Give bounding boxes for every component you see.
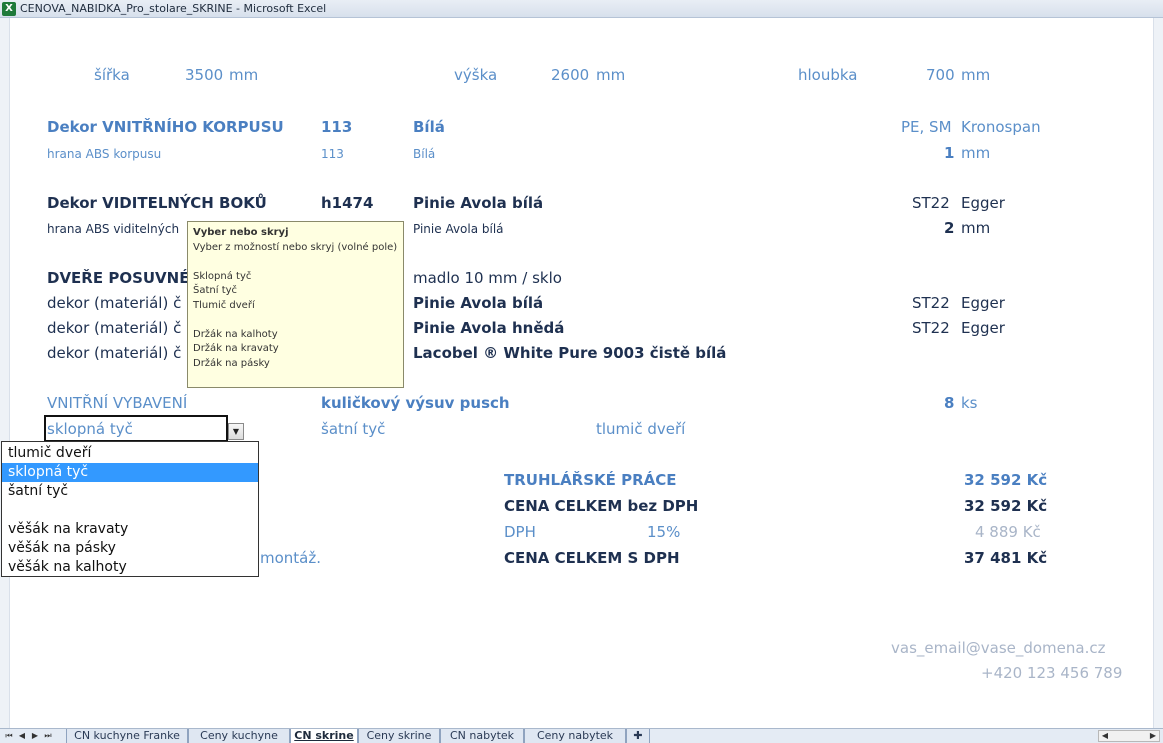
tooltip-option: Tlumič dveří: [193, 299, 255, 311]
dropdown-option[interactable]: věšák na kalhoty: [2, 558, 258, 577]
tooltip-option: Držák na pásky: [193, 357, 270, 369]
doors-handle[interactable]: madlo 10 mm / sklo: [413, 269, 562, 287]
validation-tooltip: Vyber nebo skryj Vyber z možností nebo s…: [187, 221, 404, 388]
inner-edge-code[interactable]: 113: [321, 147, 344, 161]
dropdown-option-selected[interactable]: sklopná tyč: [2, 463, 258, 482]
inner-corpus-material[interactable]: PE, SM: [901, 118, 952, 136]
window-titlebar: X CENOVA_NABIDKA_Pro_stolare_SKRINE - Mi…: [0, 0, 1163, 18]
net-total-value[interactable]: 32 592 Kč: [964, 497, 1047, 515]
visible-sides-title[interactable]: Dekor VIDITELNÝCH BOKŮ: [47, 194, 267, 212]
door-row-label[interactable]: dekor (materiál) č: [47, 319, 181, 337]
prev-sheet-icon[interactable]: ◀: [17, 730, 27, 742]
depth-unit: mm: [961, 66, 991, 84]
door-row-vendor[interactable]: Egger: [961, 294, 1005, 312]
vat-rate[interactable]: 15%: [647, 523, 680, 541]
vat-value[interactable]: 4 889 Kč: [975, 523, 1041, 541]
tab-cn-skrine[interactable]: CN skrine: [290, 729, 358, 743]
tooltip-option: Držák na kravaty: [193, 343, 279, 354]
equipment-title[interactable]: VNITŘNÍ VYBAVENÍ: [47, 394, 187, 412]
door-row-label[interactable]: dekor (materiál) č: [47, 294, 181, 312]
inner-corpus-title[interactable]: Dekor VNITŘNÍHO KORPUSU: [47, 118, 284, 136]
gross-total-value[interactable]: 37 481 Kč: [964, 549, 1047, 567]
net-total-label[interactable]: CENA CELKEM bez DPH: [504, 497, 698, 515]
tooltip-title: Vyber nebo skryj: [193, 227, 289, 238]
door-row-name[interactable]: Pinie Avola bílá: [413, 294, 543, 312]
visible-edge-label[interactable]: hrana ABS viditelných: [47, 222, 179, 236]
dropdown-list[interactable]: tlumič dveří sklopná tyč šatní tyč věšák…: [1, 441, 259, 577]
tab-ceny-nabytek[interactable]: Ceny nabytek: [524, 729, 626, 743]
inner-edge-label[interactable]: hrana ABS korpusu: [47, 147, 161, 161]
door-row-material[interactable]: ST22: [912, 319, 950, 337]
inner-edge-unit: mm: [961, 144, 991, 162]
visible-edge-thickness[interactable]: 2: [944, 219, 954, 237]
first-sheet-icon[interactable]: ⏮: [4, 730, 14, 742]
scroll-left-icon[interactable]: ◀: [1099, 731, 1111, 741]
horizontal-scrollbar[interactable]: ◀ ▶: [1098, 730, 1160, 742]
vat-label[interactable]: DPH: [504, 523, 536, 541]
visible-sides-code[interactable]: h1474: [321, 194, 373, 212]
tooltip-option: Držák na kalhoty: [193, 328, 278, 340]
door-row-vendor[interactable]: Egger: [961, 319, 1005, 337]
visible-sides-material[interactable]: ST22: [912, 194, 950, 212]
scroll-right-icon[interactable]: ▶: [1147, 731, 1159, 741]
height-value[interactable]: 2600: [551, 66, 589, 84]
visible-sides-name[interactable]: Pinie Avola bílá: [413, 194, 543, 212]
door-row-label[interactable]: dekor (materiál) č: [47, 344, 181, 362]
next-sheet-icon[interactable]: ▶: [30, 730, 40, 742]
equipment-selected-value[interactable]: sklopná tyč: [47, 420, 133, 438]
tab-ceny-kuchyne[interactable]: Ceny kuchyne: [188, 729, 290, 743]
width-value[interactable]: 3500: [185, 66, 223, 84]
width-unit: mm: [229, 66, 259, 84]
height-label[interactable]: výška: [454, 66, 497, 84]
equipment-item-2[interactable]: šatní tyč: [321, 420, 385, 438]
excel-icon[interactable]: X: [2, 2, 16, 16]
last-sheet-icon[interactable]: ⏭: [43, 730, 53, 742]
height-unit: mm: [596, 66, 626, 84]
tab-cn-nabytek[interactable]: CN nabytek: [440, 729, 524, 743]
dropdown-option[interactable]: šatní tyč: [2, 482, 258, 501]
equipment-count-unit: ks: [961, 394, 978, 412]
visible-sides-vendor[interactable]: Egger: [961, 194, 1005, 212]
dropdown-arrow-icon[interactable]: ▼: [228, 423, 244, 440]
inner-edge-thickness[interactable]: 1: [944, 144, 954, 162]
work-label[interactable]: TRUHLÁŘSKÉ PRÁCE: [504, 471, 677, 489]
equipment-item-3[interactable]: tlumič dveří: [596, 420, 685, 438]
door-row-material[interactable]: ST22: [912, 294, 950, 312]
sheet-tab-bar: ⏮ ◀ ▶ ⏭ CN kuchyne Franke Ceny kuchyne C…: [0, 728, 1163, 743]
contact-phone[interactable]: +420 123 456 789: [981, 664, 1122, 682]
contact-email[interactable]: vas_email@vase_domena.cz: [891, 639, 1106, 657]
visible-edge-name[interactable]: Pinie Avola bílá: [413, 222, 504, 236]
inner-corpus-name[interactable]: Bílá: [413, 118, 445, 136]
tab-cn-kuchyne-franke[interactable]: CN kuchyne Franke: [66, 729, 188, 743]
tooltip-option: Sklopná tyč: [193, 270, 252, 282]
note-text[interactable]: montáž.: [260, 549, 321, 567]
equipment-count[interactable]: 8: [944, 394, 954, 412]
vertical-scroll-strip[interactable]: [1153, 18, 1163, 728]
tooltip-subtitle: Vyber z možností nebo skryj (volné pole): [193, 241, 398, 253]
row-header-strip: [0, 18, 10, 728]
inner-corpus-vendor[interactable]: Kronospan: [961, 118, 1041, 136]
dropdown-option[interactable]: tlumič dveří: [2, 444, 258, 463]
gross-total-label[interactable]: CENA CELKEM S DPH: [504, 549, 680, 567]
tab-ceny-skrine[interactable]: Ceny skrine: [358, 729, 440, 743]
work-value[interactable]: 32 592 Kč: [964, 471, 1047, 489]
dropdown-option-empty[interactable]: [2, 501, 258, 520]
dropdown-option[interactable]: věšák na pásky: [2, 539, 258, 558]
visible-edge-unit: mm: [961, 219, 991, 237]
insert-sheet-icon[interactable]: ✚: [626, 729, 650, 743]
depth-value[interactable]: 700: [926, 66, 955, 84]
doors-title[interactable]: DVEŘE POSUVNÉ: [47, 269, 189, 287]
inner-corpus-code[interactable]: 113: [321, 118, 352, 136]
window-title: CENOVA_NABIDKA_Pro_stolare_SKRINE - Micr…: [20, 2, 327, 15]
tooltip-option: Šatní tyč: [193, 285, 238, 296]
inner-edge-name[interactable]: Bílá: [413, 147, 435, 161]
door-row-name[interactable]: Pinie Avola hnědá: [413, 319, 564, 337]
width-label[interactable]: šířka: [94, 66, 130, 84]
equipment-drawer[interactable]: kuličkový výsuv pusch: [321, 394, 510, 412]
dropdown-option[interactable]: věšák na kravaty: [2, 520, 258, 539]
door-row-name[interactable]: Lacobel ® White Pure 9003 čistě bílá: [413, 344, 726, 362]
depth-label[interactable]: hloubka: [798, 66, 858, 84]
